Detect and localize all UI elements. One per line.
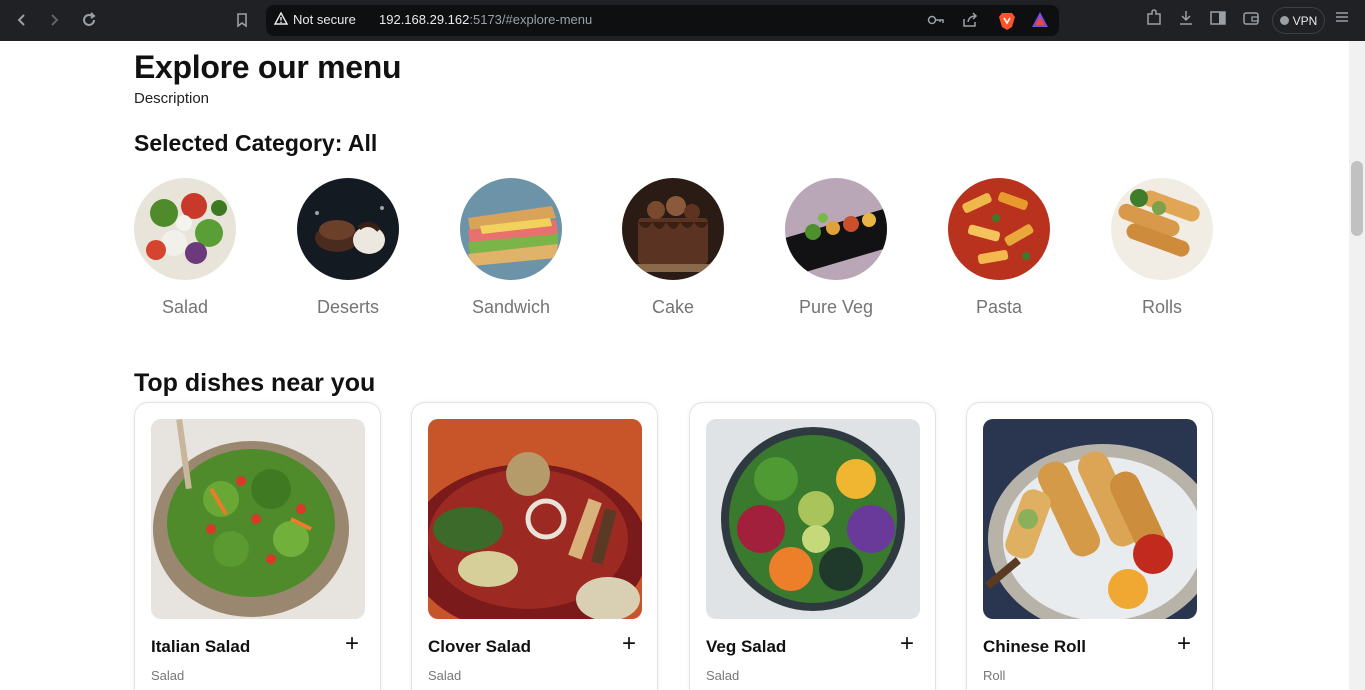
category-pure-veg[interactable]: Pure Veg (776, 178, 896, 318)
vpn-button[interactable]: VPN (1272, 7, 1325, 34)
category-image[interactable] (948, 178, 1050, 280)
page-content: Explore our menu Description Selected Ca… (0, 41, 1349, 690)
category-image[interactable] (1111, 178, 1213, 280)
vpn-status-icon (1279, 16, 1289, 25)
category-label: Cake (651, 297, 695, 317)
category-image[interactable] (460, 178, 562, 280)
menu-icon[interactable] (1334, 9, 1350, 29)
category-label: Sandwich (471, 297, 551, 317)
food-card[interactable]: Clover Salad + Salad (411, 402, 658, 690)
food-category: Salad (151, 668, 185, 683)
category-label: Pure Veg (798, 297, 874, 317)
category-rolls[interactable]: Rolls (1102, 178, 1222, 318)
selected-category-heading: Selected Category: All (134, 130, 378, 156)
food-name: Veg Salad (706, 637, 787, 656)
category-label: Salad (161, 297, 209, 317)
scrollbar-thumb[interactable] (1351, 161, 1363, 236)
add-to-cart-button[interactable]: + (896, 632, 918, 656)
url-text[interactable]: 192.168.29.162:5173/#explore-menu (379, 12, 592, 27)
share-icon[interactable] (960, 11, 980, 31)
category-salad[interactable]: Salad (125, 178, 245, 318)
food-image (706, 419, 920, 619)
top-dishes-heading: Top dishes near you (134, 369, 376, 397)
food-name: Italian Salad (151, 637, 251, 656)
category-image[interactable] (785, 178, 887, 280)
bookmark-icon[interactable] (226, 4, 258, 36)
key-icon[interactable] (926, 11, 946, 31)
category-label: Deserts (316, 297, 379, 317)
add-to-cart-button[interactable]: + (341, 632, 363, 656)
wallet-icon[interactable] (1240, 9, 1262, 31)
food-category: Salad (428, 668, 462, 683)
food-card[interactable]: Italian Salad + Salad (134, 402, 381, 690)
reload-icon[interactable] (73, 4, 105, 36)
food-card[interactable]: Chinese Roll + Roll (966, 402, 1213, 690)
url-path: :5173/#explore-menu (469, 12, 593, 27)
extensions-icon[interactable] (1143, 9, 1165, 31)
food-name: Clover Salad (428, 637, 531, 656)
food-category: Salad (706, 668, 740, 683)
brave-shields-icon[interactable] (998, 11, 1016, 31)
add-to-cart-button[interactable]: + (618, 632, 640, 656)
food-image (151, 419, 365, 619)
food-image (428, 419, 642, 619)
category-sandwich[interactable]: Sandwich (451, 178, 571, 318)
warning-icon (273, 11, 289, 29)
category-label: Pasta (975, 297, 1023, 317)
category-pasta[interactable]: Pasta (939, 178, 1059, 318)
download-icon[interactable] (1175, 9, 1197, 31)
sidebar-icon[interactable] (1207, 9, 1229, 31)
category-deserts[interactable]: Deserts (288, 178, 408, 318)
explore-menu-title: Explore our menu (134, 49, 402, 85)
explore-menu-description: Description (134, 90, 210, 107)
food-image (983, 419, 1197, 619)
forward-icon[interactable] (38, 4, 70, 36)
category-image[interactable] (297, 178, 399, 280)
category-label: Rolls (1141, 297, 1182, 317)
add-to-cart-button[interactable]: + (1173, 632, 1195, 656)
scrollbar-track[interactable] (1349, 41, 1365, 690)
category-image[interactable] (622, 178, 724, 280)
category-cake[interactable]: Cake (613, 178, 733, 318)
food-card[interactable]: Veg Salad + Salad (689, 402, 936, 690)
browser-toolbar: Not secure 192.168.29.162:5173/#explore-… (0, 0, 1365, 41)
brave-rewards-icon[interactable] (1031, 11, 1049, 29)
food-category: Roll (983, 668, 1006, 683)
food-name: Chinese Roll (983, 637, 1086, 656)
address-bar[interactable]: Not secure 192.168.29.162:5173/#explore-… (266, 5, 1059, 36)
security-label[interactable]: Not secure (293, 12, 356, 27)
url-host: 192.168.29.162 (379, 12, 470, 27)
back-icon[interactable] (6, 4, 38, 36)
category-image[interactable] (134, 178, 236, 280)
vpn-label: VPN (1292, 13, 1318, 28)
